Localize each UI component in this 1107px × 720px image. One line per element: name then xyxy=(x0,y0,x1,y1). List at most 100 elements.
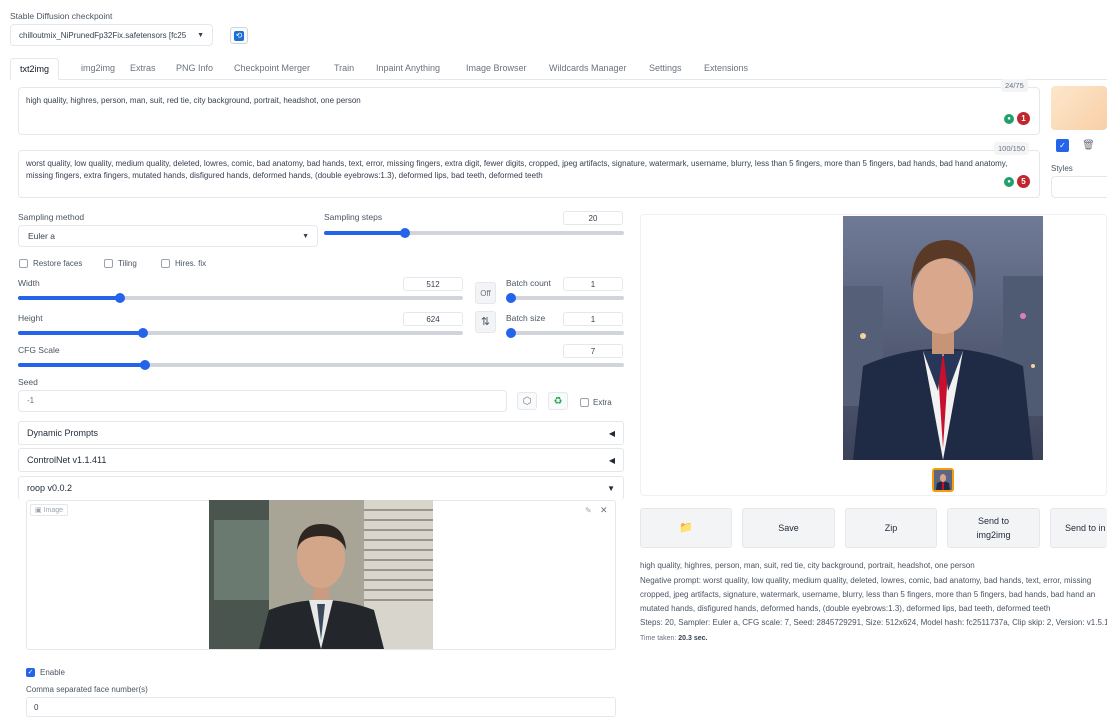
sampling-steps-slider[interactable] xyxy=(324,228,624,238)
height-value[interactable]: 624 xyxy=(403,312,463,326)
send-to-img2img-button[interactable]: Send to img2img xyxy=(947,508,1040,548)
roop-enable-label: Enable xyxy=(40,668,65,677)
sampling-steps-handle[interactable] xyxy=(400,228,410,238)
dice-icon: ⬡ xyxy=(522,396,532,407)
random-seed-button[interactable]: ⬡ xyxy=(517,392,537,410)
sampling-method-dropdown[interactable]: Euler a ▼ xyxy=(18,225,318,247)
swap-dimensions-button[interactable]: ⇅ xyxy=(475,311,496,333)
batch-size-slider[interactable] xyxy=(506,328,624,338)
tiling-checkbox[interactable] xyxy=(104,259,113,268)
cfg-scale-label: CFG Scale xyxy=(18,345,60,355)
close-icon[interactable]: ✕ xyxy=(600,505,608,516)
roop-source-image xyxy=(209,500,433,649)
sampling-steps-label: Sampling steps xyxy=(324,212,383,222)
batch-count-label: Batch count xyxy=(506,278,551,288)
prompt-error-badge[interactable]: 1 xyxy=(1017,112,1030,125)
batch-count-slider[interactable] xyxy=(506,293,624,303)
hires-fix-label: Hires. fix xyxy=(175,259,207,268)
width-label: Width xyxy=(18,278,40,288)
info-negative-line-2: cropped, jpeg artifacts, signature, wate… xyxy=(640,590,1096,599)
refresh-checkpoint-button[interactable]: ⟲ xyxy=(230,27,248,44)
face-numbers-label: Comma separated face number(s) xyxy=(26,685,148,694)
roop-image-label: ▣ Image xyxy=(30,504,69,516)
tab-txt2img[interactable]: txt2img xyxy=(10,58,60,80)
styles-label: Styles xyxy=(1051,164,1073,173)
apply-style-button[interactable]: ✓ xyxy=(1056,139,1069,152)
trash-icon[interactable]: 🗑 xyxy=(1082,139,1095,152)
restore-faces-checkbox[interactable] xyxy=(19,259,28,268)
folder-icon: 📁 xyxy=(679,522,693,534)
collapse-left-icon: ◀ xyxy=(608,429,615,438)
negative-prompt-line-2: missing fingers, extra fingers, mutated … xyxy=(26,171,543,180)
batch-size-value[interactable]: 1 xyxy=(563,312,623,326)
generated-image[interactable] xyxy=(843,216,1043,460)
roop-title: roop v0.0.2 xyxy=(27,483,73,493)
seed-value: -1 xyxy=(27,396,35,405)
checkpoint-label: Stable Diffusion checkpoint xyxy=(10,11,113,21)
info-time-taken: Time taken: 20.3 sec. xyxy=(640,635,708,642)
zip-button[interactable]: Zip xyxy=(845,508,937,548)
roop-enable-checkbox[interactable]: ✓ xyxy=(26,668,35,677)
tab-wildcards-manager[interactable]: Wildcards Manager xyxy=(540,58,636,80)
sampling-method-value: Euler a xyxy=(28,231,55,241)
tab-train[interactable]: Train xyxy=(325,58,363,80)
cfg-scale-slider[interactable] xyxy=(18,360,624,370)
seed-input[interactable]: -1 xyxy=(18,390,507,412)
width-slider[interactable] xyxy=(18,293,463,303)
height-handle[interactable] xyxy=(137,328,148,338)
info-params: Steps: 20, Sampler: Euler a, CFG scale: … xyxy=(640,618,1107,627)
cfg-scale-value[interactable]: 7 xyxy=(563,344,623,358)
height-slider[interactable] xyxy=(18,328,463,338)
info-prompt: high quality, highres, person, man, suit… xyxy=(640,561,975,570)
controlnet-accordion[interactable]: ControlNet v1.1.411 ◀ xyxy=(18,448,624,472)
checkpoint-dropdown[interactable]: chilloutmix_NiPrunedFp32Fix.safetensors … xyxy=(10,24,213,46)
tab-inpaint-anything[interactable]: Inpaint Anything xyxy=(367,58,449,80)
send-to-img2img-line-2: img2img xyxy=(976,530,1011,540)
tab-extras[interactable]: Extras xyxy=(121,58,165,80)
prompt-input[interactable]: high quality, highres, person, man, suit… xyxy=(18,87,1040,135)
controlnet-title: ControlNet v1.1.411 xyxy=(27,455,107,465)
styles-dropdown[interactable] xyxy=(1051,176,1107,198)
open-folder-button[interactable]: 📁 xyxy=(640,508,732,548)
tab-png-info[interactable]: PNG Info xyxy=(167,58,222,80)
batch-count-handle[interactable] xyxy=(506,293,516,303)
send-to-inpaint-label: Send to in xyxy=(1065,523,1106,533)
dynamic-prompts-accordion[interactable]: Dynamic Prompts ◀ xyxy=(18,421,624,445)
seed-label: Seed xyxy=(18,377,38,387)
save-button[interactable]: Save xyxy=(742,508,835,548)
gallery-thumbnail[interactable] xyxy=(932,468,954,492)
extra-seed-checkbox[interactable] xyxy=(580,398,589,407)
batch-count-value[interactable]: 1 xyxy=(563,277,623,291)
edit-icon[interactable]: ✎ xyxy=(585,506,592,515)
send-to-inpaint-button[interactable]: Send to in xyxy=(1050,508,1107,548)
face-numbers-input[interactable]: 0 xyxy=(26,697,616,717)
lightbulb-icon[interactable]: ● xyxy=(1004,114,1014,124)
lightbulb-icon[interactable]: ● xyxy=(1004,177,1014,187)
tab-settings[interactable]: Settings xyxy=(640,58,691,80)
prompt-token-counter: 24/75 xyxy=(1001,79,1028,92)
collapse-left-icon: ◀ xyxy=(608,456,615,465)
cfg-scale-handle[interactable] xyxy=(140,360,151,370)
restore-faces-label: Restore faces xyxy=(33,259,83,268)
height-label: Height xyxy=(18,313,43,323)
tab-extensions[interactable]: Extensions xyxy=(695,58,757,80)
tab-img2img[interactable]: img2img xyxy=(72,58,124,80)
sampling-steps-value[interactable]: 20 xyxy=(563,211,623,225)
width-handle[interactable] xyxy=(115,293,126,303)
width-value[interactable]: 512 xyxy=(403,277,463,291)
batch-size-handle[interactable] xyxy=(506,328,516,338)
reuse-seed-button[interactable]: ♻ xyxy=(548,392,568,410)
generation-info-panel xyxy=(636,557,1107,647)
dynamic-prompts-title: Dynamic Prompts xyxy=(27,428,99,438)
hires-fix-checkbox[interactable] xyxy=(161,259,170,268)
tab-checkpoint-merger[interactable]: Checkpoint Merger xyxy=(225,58,319,80)
hires-off-button[interactable]: Off xyxy=(475,282,496,304)
roop-accordion[interactable]: roop v0.0.2 ▼ xyxy=(18,476,624,500)
negative-prompt-error-badge[interactable]: 5 xyxy=(1017,175,1030,188)
cfg-scale-fill xyxy=(18,363,146,367)
style-preview-swatch[interactable] xyxy=(1051,86,1107,130)
refresh-icon: ⟲ xyxy=(234,30,244,41)
batch-size-label: Batch size xyxy=(506,313,546,323)
tab-image-browser[interactable]: Image Browser xyxy=(457,58,536,80)
negative-prompt-input[interactable]: worst quality, low quality, medium quali… xyxy=(18,150,1040,198)
